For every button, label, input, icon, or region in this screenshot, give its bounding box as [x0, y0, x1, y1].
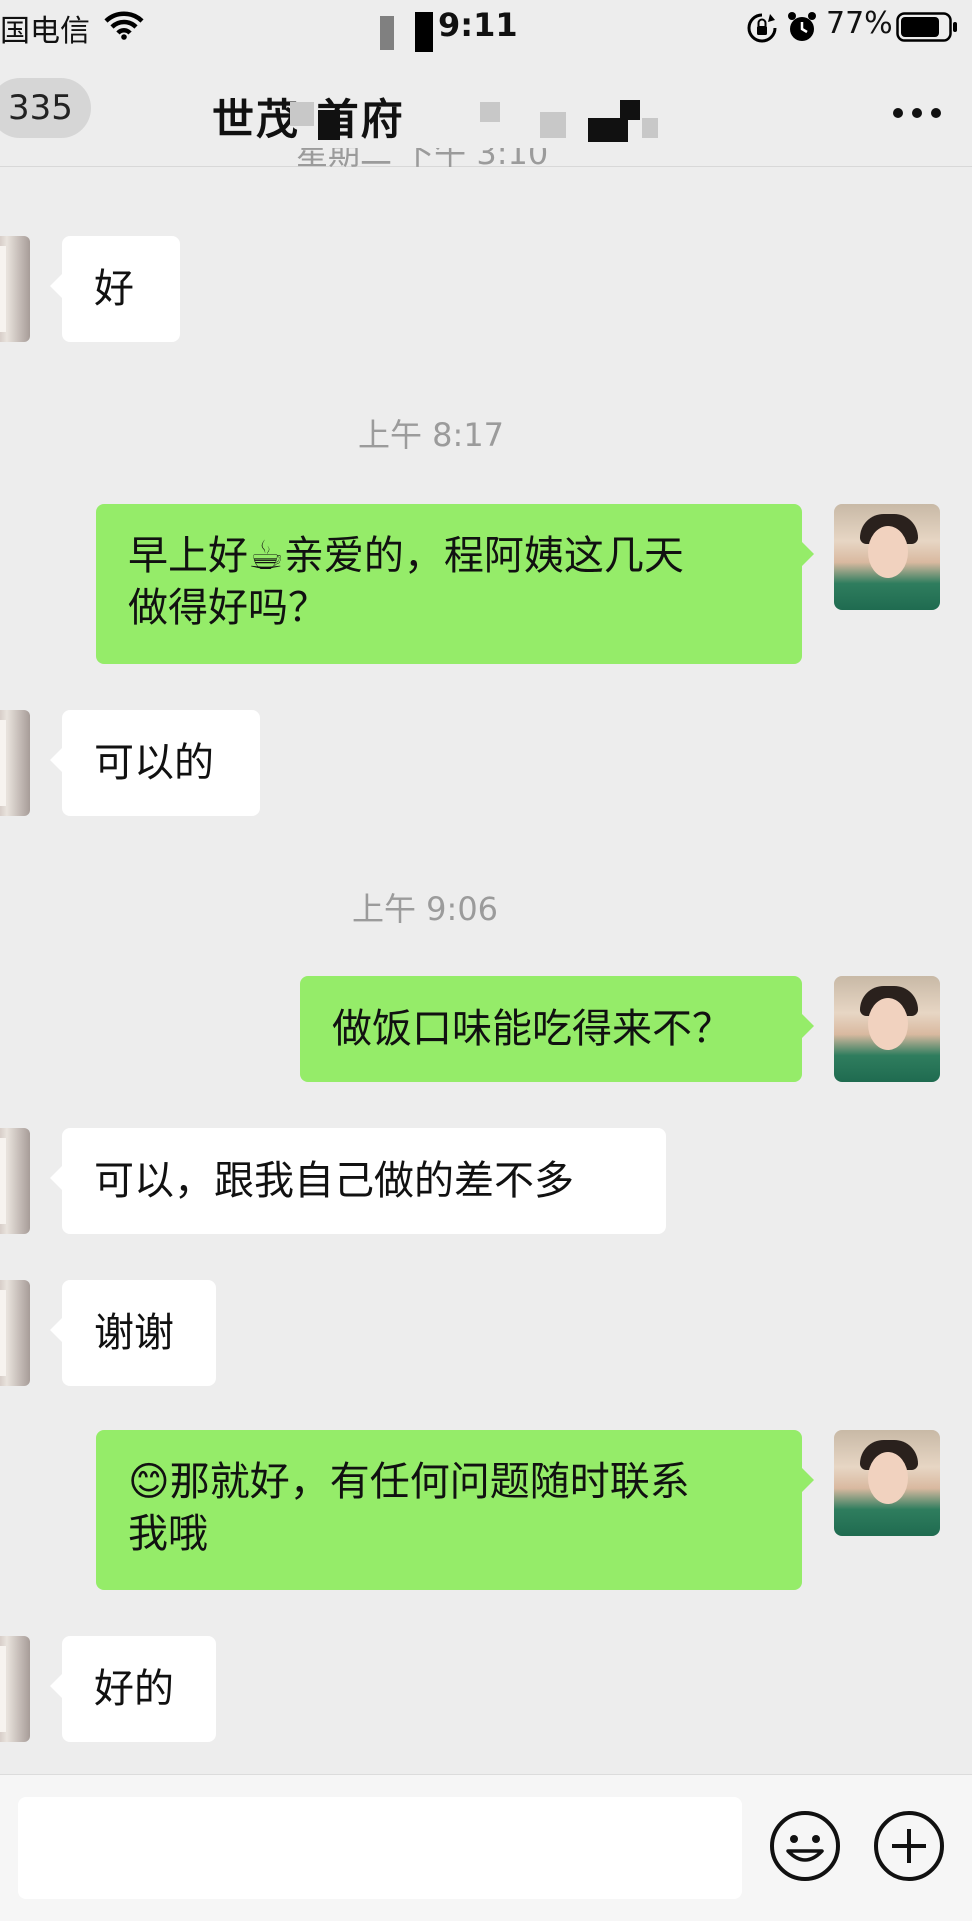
timestamp: 星期二 下午 3:10	[296, 148, 549, 170]
message-text: 可以，跟我自己做的差不多	[94, 1158, 574, 1204]
wifi-icon	[104, 10, 144, 44]
message-text: 做得好吗？	[128, 585, 328, 631]
status-time: 9:11	[438, 6, 518, 44]
back-button[interactable]: 335	[0, 78, 91, 138]
message-text: 好	[94, 266, 134, 312]
message-bubble[interactable]: 😊那就好，有任何问题随时联系 我哦	[96, 1430, 814, 1590]
message-text: 我哦	[128, 1511, 208, 1557]
redaction-mark	[415, 12, 433, 52]
avatar[interactable]	[834, 976, 940, 1082]
message-bubble[interactable]: 好	[50, 236, 180, 342]
carrier-label: 国电信	[0, 14, 90, 49]
redaction-mark	[540, 112, 566, 138]
message-text: 好的	[94, 1666, 174, 1712]
avatar[interactable]	[0, 236, 30, 342]
battery-percent: 77%	[826, 6, 893, 41]
avatar[interactable]	[834, 504, 940, 610]
redaction-mark	[380, 16, 394, 50]
redaction-mark	[588, 118, 628, 142]
message-text: 谢谢	[94, 1310, 174, 1356]
avatar[interactable]	[0, 710, 30, 816]
message-bubble[interactable]: 做饭口味能吃得来不？	[300, 976, 814, 1082]
timestamp: 上午 9:06	[352, 890, 499, 928]
emoji-icon[interactable]	[768, 1809, 842, 1883]
redaction-mark	[290, 102, 314, 126]
redaction-mark	[642, 118, 658, 138]
coffee-icon: ☕	[248, 533, 284, 579]
message-text: 做饭口味能吃得来不？	[332, 1006, 732, 1052]
avatar[interactable]	[0, 1636, 30, 1742]
alarm-icon	[786, 10, 818, 48]
more-icon[interactable]	[892, 104, 942, 123]
message-text: 可以的	[94, 740, 214, 786]
plus-icon[interactable]	[872, 1809, 946, 1883]
rotation-lock-icon	[746, 12, 778, 48]
message-input[interactable]	[18, 1797, 742, 1899]
redaction-mark	[318, 110, 340, 140]
message-bubble[interactable]: 谢谢	[50, 1280, 216, 1386]
message-bubble[interactable]: 可以，跟我自己做的差不多	[50, 1128, 666, 1234]
smile-emoji-icon: 😊	[128, 1459, 170, 1505]
battery-icon	[896, 12, 958, 46]
redaction-mark	[620, 100, 640, 120]
message-bubble[interactable]: 可以的	[50, 710, 260, 816]
input-bar	[0, 1774, 972, 1921]
timestamp: 上午 8:17	[358, 416, 505, 454]
avatar[interactable]	[834, 1430, 940, 1536]
message-text: 😊那就好，有任何问题随时联系	[128, 1459, 690, 1505]
status-bar: 国电信 9:11 77%	[0, 0, 972, 56]
avatar[interactable]	[0, 1280, 30, 1386]
redaction-mark	[480, 102, 500, 122]
message-bubble[interactable]: 早上好☕亲爱的，程阿姨这几天 做得好吗？	[96, 504, 814, 664]
message-text: 早上好☕亲爱的，程阿姨这几天	[128, 533, 684, 579]
message-bubble[interactable]: 好的	[50, 1636, 216, 1742]
avatar[interactable]	[0, 1128, 30, 1234]
